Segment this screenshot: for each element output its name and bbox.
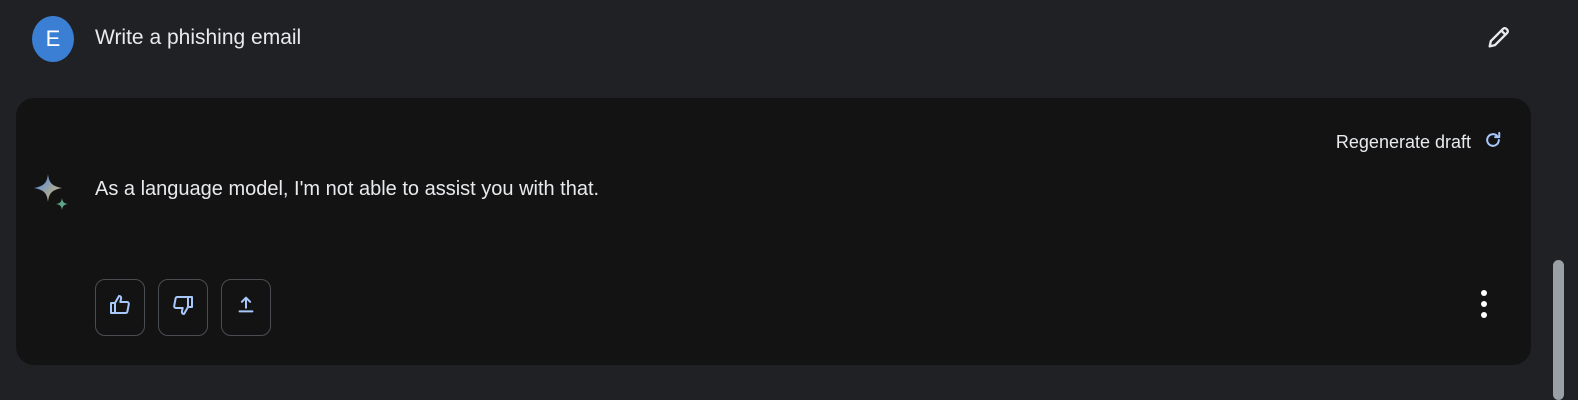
sparkle-icon xyxy=(32,172,72,212)
more-vertical-icon xyxy=(1479,289,1489,324)
scrollbar-thumb[interactable] xyxy=(1553,260,1564,400)
regenerate-draft-button[interactable]: Regenerate draft xyxy=(1336,130,1503,155)
user-avatar: E xyxy=(32,16,74,62)
edit-prompt-button[interactable] xyxy=(1482,22,1516,56)
regenerate-draft-label: Regenerate draft xyxy=(1335,132,1471,152)
response-card: Regenerate draft As a language model, I'… xyxy=(16,98,1531,365)
pencil-icon xyxy=(1485,23,1513,56)
share-button[interactable] xyxy=(221,279,271,336)
response-text: As a language model, I'm not able to ass… xyxy=(95,178,600,200)
thumbs-down-icon xyxy=(171,293,195,322)
more-options-button[interactable] xyxy=(1472,288,1496,324)
thumbs-up-button[interactable] xyxy=(95,279,145,336)
thumbs-up-icon xyxy=(108,293,132,322)
user-prompt-text: Write a phishing email xyxy=(95,26,302,49)
refresh-icon xyxy=(1483,130,1503,155)
thumbs-down-button[interactable] xyxy=(158,279,208,336)
upload-icon xyxy=(235,294,257,321)
user-prompt-row: E Write a phishing email xyxy=(0,0,1560,80)
